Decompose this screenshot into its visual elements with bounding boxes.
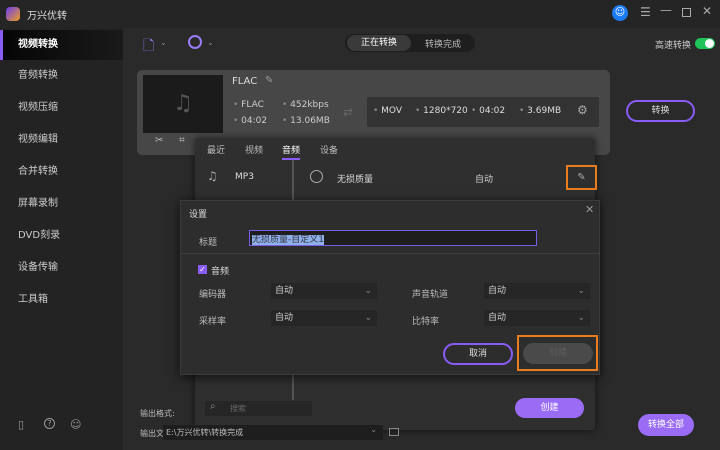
out-resolution: 1280*720 bbox=[415, 106, 468, 116]
audio-label: 音频 bbox=[211, 267, 230, 277]
folder-icon[interactable] bbox=[389, 428, 399, 436]
edit-preset-icon[interactable]: ✎ bbox=[566, 165, 597, 190]
tab-finished[interactable]: 转换完成 bbox=[425, 37, 461, 50]
search-placeholder: 搜索 bbox=[230, 404, 246, 413]
audio-track-label: 声音轨道 bbox=[412, 290, 449, 300]
sidebar-item-dvd-burn[interactable]: DVD刻录 bbox=[0, 221, 123, 251]
dialog-create-button[interactable]: 创建 bbox=[523, 343, 593, 364]
sidebar-item-toolbox[interactable]: 工具箱 bbox=[0, 285, 123, 315]
music-note-icon: ♫ bbox=[207, 169, 218, 183]
convert-button[interactable]: 转换 bbox=[626, 100, 695, 122]
title-input-value: 无损质量-自定义1 bbox=[252, 235, 324, 245]
file-name: FLAC bbox=[232, 76, 258, 87]
encoder-select[interactable]: 自动 ⌄ bbox=[271, 283, 377, 299]
output-folder-select[interactable]: E:\万兴优转\转换完成 ⌄ bbox=[163, 425, 383, 440]
format-tab-recent[interactable]: 最近 bbox=[207, 143, 225, 156]
format-item-mp3[interactable]: MP3 bbox=[235, 172, 254, 182]
dialog-close-icon[interactable]: ✕ bbox=[585, 203, 594, 216]
chevron-down-icon: ⌄ bbox=[364, 286, 372, 296]
search-icon: ⌕ bbox=[210, 401, 216, 412]
divider bbox=[181, 253, 599, 254]
sidebar-item-video-edit[interactable]: 视频编辑 bbox=[0, 125, 123, 155]
output-info: MOV 1280*720 04:02 3.69MB ⚙ bbox=[367, 97, 599, 127]
chevron-down-icon: ⌄ bbox=[577, 313, 585, 323]
shuffle-icon: ⇄ bbox=[343, 105, 354, 119]
chevron-down-icon: ⌄ bbox=[370, 425, 377, 434]
sample-rate-label: 采样率 bbox=[199, 317, 227, 327]
thumbnail: ♫ bbox=[143, 75, 223, 133]
encoder-value: 自动 bbox=[275, 286, 294, 296]
bitrate-label: 比特率 bbox=[412, 317, 440, 327]
title-bar: 万兴优转 ☺ ☰ — ✕ bbox=[0, 0, 720, 28]
sidebar-item-video-compress[interactable]: 视频压缩 bbox=[0, 93, 123, 123]
audio-track-value: 自动 bbox=[488, 286, 507, 296]
convert-all-button[interactable]: 转换全部 bbox=[638, 414, 694, 436]
preset-name[interactable]: 无损质量 bbox=[337, 172, 373, 185]
help-icon[interactable]: ? bbox=[44, 418, 55, 429]
settings-gear-icon[interactable]: ⚙ bbox=[577, 103, 588, 117]
fast-convert-toggle[interactable] bbox=[695, 38, 715, 49]
preset-value: 自动 bbox=[475, 175, 494, 185]
sidebar-item-screen-record[interactable]: 屏幕录制 bbox=[0, 189, 123, 219]
audio-track-select[interactable]: 自动 ⌄ bbox=[484, 283, 590, 299]
chevron-down-icon[interactable]: ⌄ bbox=[160, 38, 167, 47]
bitrate-value: 自动 bbox=[488, 313, 507, 323]
output-folder-value: E:\万兴优转\转换完成 bbox=[166, 428, 244, 437]
book-icon[interactable]: ▯ bbox=[18, 418, 24, 431]
add-dvd-icon[interactable] bbox=[188, 35, 202, 49]
chevron-down-icon: ⌄ bbox=[577, 286, 585, 296]
sample-rate-select[interactable]: 自动 ⌄ bbox=[271, 310, 377, 326]
disc-icon bbox=[310, 170, 323, 183]
audio-checkbox[interactable]: ✓ bbox=[198, 265, 207, 274]
create-button[interactable]: 创建 bbox=[515, 398, 584, 418]
out-size: 3.69MB bbox=[519, 106, 561, 116]
out-format: MOV bbox=[373, 106, 402, 116]
maximize-icon[interactable] bbox=[682, 8, 691, 17]
title-label: 标题 bbox=[199, 238, 218, 248]
format-tab-video[interactable]: 视频 bbox=[245, 143, 263, 156]
output-format-label: 输出格式: bbox=[140, 409, 175, 418]
account-icon[interactable]: ☺ bbox=[612, 5, 628, 21]
chevron-down-icon: ⌄ bbox=[364, 313, 372, 323]
format-tab-audio[interactable]: 音频 bbox=[282, 143, 301, 160]
close-icon[interactable]: ✕ bbox=[702, 4, 712, 18]
sidebar-item-device-transfer[interactable]: 设备传输 bbox=[0, 253, 123, 283]
cancel-button[interactable]: 取消 bbox=[443, 343, 513, 365]
user-icon[interactable]: ☺ bbox=[70, 418, 81, 431]
add-file-icon[interactable]: 🗋 bbox=[143, 35, 154, 59]
sidebar-item-audio-convert[interactable]: 音频转换 bbox=[0, 61, 123, 91]
app-title: 万兴优转 bbox=[27, 11, 67, 22]
crop-icon[interactable]: ⌗ bbox=[179, 135, 185, 146]
chevron-down-icon[interactable]: ⌄ bbox=[207, 38, 214, 47]
bitrate-select[interactable]: 自动 ⌄ bbox=[484, 310, 590, 326]
sidebar-item-video-convert[interactable]: 视频转换 bbox=[0, 30, 123, 60]
out-duration: 04:02 bbox=[471, 106, 505, 116]
dialog-title: 设置 bbox=[189, 210, 208, 220]
src-bitrate: 452kbps bbox=[282, 100, 329, 110]
src-size: 13.06MB bbox=[282, 116, 330, 126]
tab-converting[interactable]: 正在转换 bbox=[347, 35, 411, 51]
rename-icon[interactable]: ✎ bbox=[265, 75, 273, 86]
sample-rate-value: 自动 bbox=[275, 313, 294, 323]
settings-dialog: 设置 ✕ 标题 无损质量-自定义1 ✓ 音频 编码器 自动 ⌄ 声音轨道 自动 ⌄ … bbox=[180, 200, 600, 375]
music-note-icon: ♫ bbox=[173, 91, 193, 116]
title-input[interactable]: 无损质量-自定义1 bbox=[249, 230, 537, 246]
search-input[interactable]: ⌕ 搜索 bbox=[205, 401, 312, 416]
format-tab-device[interactable]: 设备 bbox=[320, 143, 338, 156]
src-format: FLAC bbox=[233, 100, 264, 110]
fast-convert-label: 高速转换 bbox=[655, 41, 692, 51]
minimize-icon[interactable]: — bbox=[660, 3, 672, 17]
src-duration: 04:02 bbox=[233, 116, 267, 126]
sidebar: 视频转换 音频转换 视频压缩 视频编辑 合并转换 屏幕录制 DVD刻录 设备传输… bbox=[0, 28, 123, 450]
encoder-label: 编码器 bbox=[199, 290, 227, 300]
menu-icon[interactable]: ☰ bbox=[640, 5, 651, 19]
app-logo-icon bbox=[6, 7, 20, 21]
sidebar-item-merge[interactable]: 合并转换 bbox=[0, 157, 123, 187]
cut-icon[interactable]: ✂ bbox=[155, 135, 163, 146]
